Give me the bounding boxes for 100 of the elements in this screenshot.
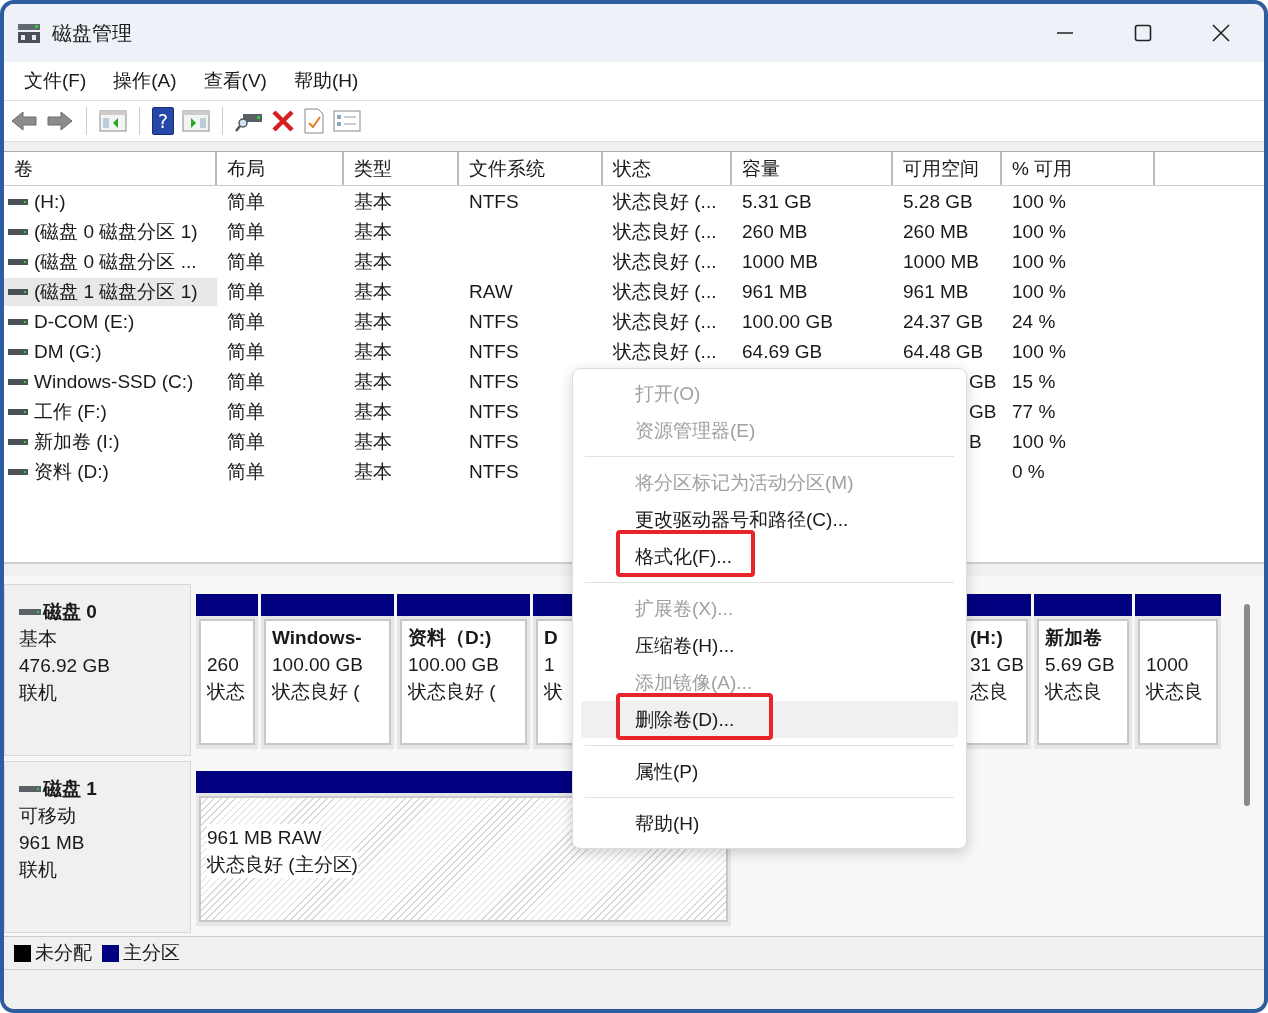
checklist-icon[interactable] [333, 109, 361, 133]
document-check-icon[interactable] [303, 108, 325, 134]
partition-info: 状态良好 ( [272, 680, 360, 704]
partition-title: Windows- [272, 626, 362, 650]
partition-info: 1000 [1146, 653, 1189, 677]
menu-item[interactable]: 格式化(F)... [581, 538, 958, 575]
menu-item[interactable]: 帮助(H) [283, 68, 369, 94]
partition-info: 状态良好 (主分区) [207, 851, 358, 878]
disk-info: 联机 [19, 681, 58, 705]
partition[interactable]: 新加卷 5.69 GB 状态良 [1034, 594, 1132, 749]
table-cell-text: 状态良好 (... [612, 280, 718, 304]
table-cell-text: 基本 [353, 400, 393, 424]
menu-item[interactable]: 更改驱动器号和路径(C)... [581, 501, 958, 538]
volume-row[interactable]: (磁盘 0 磁盘分区 1) [4, 218, 217, 246]
column-header[interactable]: 类型 [344, 152, 459, 185]
window-title: 磁盘管理 [52, 20, 132, 46]
volume-row[interactable]: D-COM (E:) [4, 308, 217, 336]
table-cell-text: 简单 [226, 370, 266, 394]
partition-info: 1 [544, 653, 555, 677]
back-arrow-icon[interactable] [10, 109, 38, 133]
partition-info: 961 MB RAW [207, 824, 322, 851]
table-cell-text: 100 % [1011, 250, 1067, 274]
table-cell-text: 简单 [226, 280, 266, 304]
panel-right-icon[interactable] [182, 109, 210, 133]
volume-row[interactable]: 工作 (F:) [4, 398, 217, 426]
menu-item[interactable]: 文件(F) [14, 68, 97, 94]
delete-icon[interactable] [271, 109, 295, 133]
partition-info: 31 GB [970, 653, 1024, 677]
partition-info: 状态 [207, 680, 245, 704]
partition-title: (H:) [970, 626, 1003, 650]
table-cell-text: 简单 [226, 250, 266, 274]
table-cell-text: 24 % [1011, 310, 1057, 334]
table-cell-text: 状态良好 (... [612, 220, 718, 244]
help-icon[interactable]: ? [152, 107, 174, 135]
close-icon[interactable] [1211, 23, 1231, 43]
table-cell-text: 100 % [1011, 220, 1067, 244]
column-header[interactable]: 容量 [732, 152, 893, 185]
drive-icon [8, 228, 28, 236]
drive-icon [8, 408, 28, 416]
table-cell-text: 基本 [353, 370, 393, 394]
table-cell-text: 5.28 GB [902, 190, 974, 214]
forward-arrow-icon[interactable] [46, 109, 74, 133]
table-cell-text: 961 MB [741, 280, 809, 304]
drive-icon [8, 378, 28, 386]
volume-row[interactable]: (H:) [4, 188, 217, 216]
drive-icon [8, 258, 28, 266]
column-header[interactable]: 布局 [217, 152, 344, 185]
table-cell-text: 5.31 GB [741, 190, 813, 214]
table-cell-text: 基本 [353, 460, 393, 484]
volume-row[interactable]: 资料 (D:) [4, 458, 217, 486]
panel-left-icon[interactable] [99, 109, 127, 133]
scrollbar-thumb[interactable] [1244, 604, 1250, 806]
table-cell-text: GB [968, 370, 998, 394]
partition-info: 状 [544, 680, 563, 704]
table-cell-text: 15 % [1011, 370, 1057, 394]
partition-info: 100.00 GB [272, 653, 363, 677]
table-cell-text: NTFS [468, 370, 520, 394]
partition-info: 5.69 GB [1045, 653, 1115, 677]
table-cell-text: 状态良好 (... [612, 250, 718, 274]
column-header[interactable]: 文件系统 [459, 152, 603, 185]
column-header[interactable]: 状态 [603, 152, 732, 185]
drive-icon [8, 288, 28, 296]
partition[interactable]: Windows- 100.00 GB 状态良好 ( [261, 594, 394, 749]
volume-row[interactable]: (磁盘 1 磁盘分区 1) [4, 278, 217, 306]
menu-item[interactable]: 操作(A) [103, 68, 187, 94]
volume-row[interactable]: DM (G:) [4, 338, 217, 366]
partition[interactable]: 260 状态 [196, 594, 258, 749]
partition-info: 态良 [970, 680, 1008, 704]
volume-row[interactable]: Windows-SSD (C:) [4, 368, 217, 396]
volume-row[interactable]: 新加卷 (I:) [4, 428, 217, 456]
table-cell-text: 简单 [226, 220, 266, 244]
volume-row[interactable]: (磁盘 0 磁盘分区 ... [4, 248, 217, 276]
partition[interactable]: 1000 状态良 [1135, 594, 1221, 749]
table-cell-text: 状态良好 (... [612, 340, 718, 364]
disk-info: 基本 [19, 627, 58, 651]
table-cell-text: 简单 [226, 340, 266, 364]
menu-item[interactable]: 删除卷(D)... [581, 701, 958, 738]
table-cell-text: NTFS [468, 190, 520, 214]
column-header[interactable]: % 可用 [1002, 152, 1155, 185]
table-cell-text: 基本 [353, 310, 393, 334]
partition-info: 100.00 GB [408, 653, 499, 677]
partition[interactable]: 资料（D:) 100.00 GB 状态良好 ( [397, 594, 530, 749]
table-cell-text: 状态良好 (... [612, 190, 718, 214]
menu-item[interactable]: 查看(V) [193, 68, 277, 94]
column-header[interactable]: 卷 [4, 152, 217, 185]
disk-info: 联机 [19, 858, 58, 882]
table-cell-text: 100.00 GB [741, 310, 834, 334]
table-cell-text: NTFS [468, 310, 520, 334]
maximize-icon[interactable] [1133, 23, 1153, 43]
disk-info: 476.92 GB [19, 654, 111, 678]
table-cell-text: B [968, 430, 983, 454]
partition-title: 资料（D:) [408, 626, 492, 650]
table-cell-text: 基本 [353, 250, 393, 274]
column-header[interactable]: 可用空间 [893, 152, 1002, 185]
table-cell-text: 260 MB [741, 220, 809, 244]
drive-icon [8, 198, 28, 206]
table-cell-text: 基本 [353, 280, 393, 304]
table-cell-text: 100 % [1011, 280, 1067, 304]
menu-item[interactable]: 压缩卷(H)... [581, 627, 958, 664]
drive-icon [8, 438, 28, 446]
